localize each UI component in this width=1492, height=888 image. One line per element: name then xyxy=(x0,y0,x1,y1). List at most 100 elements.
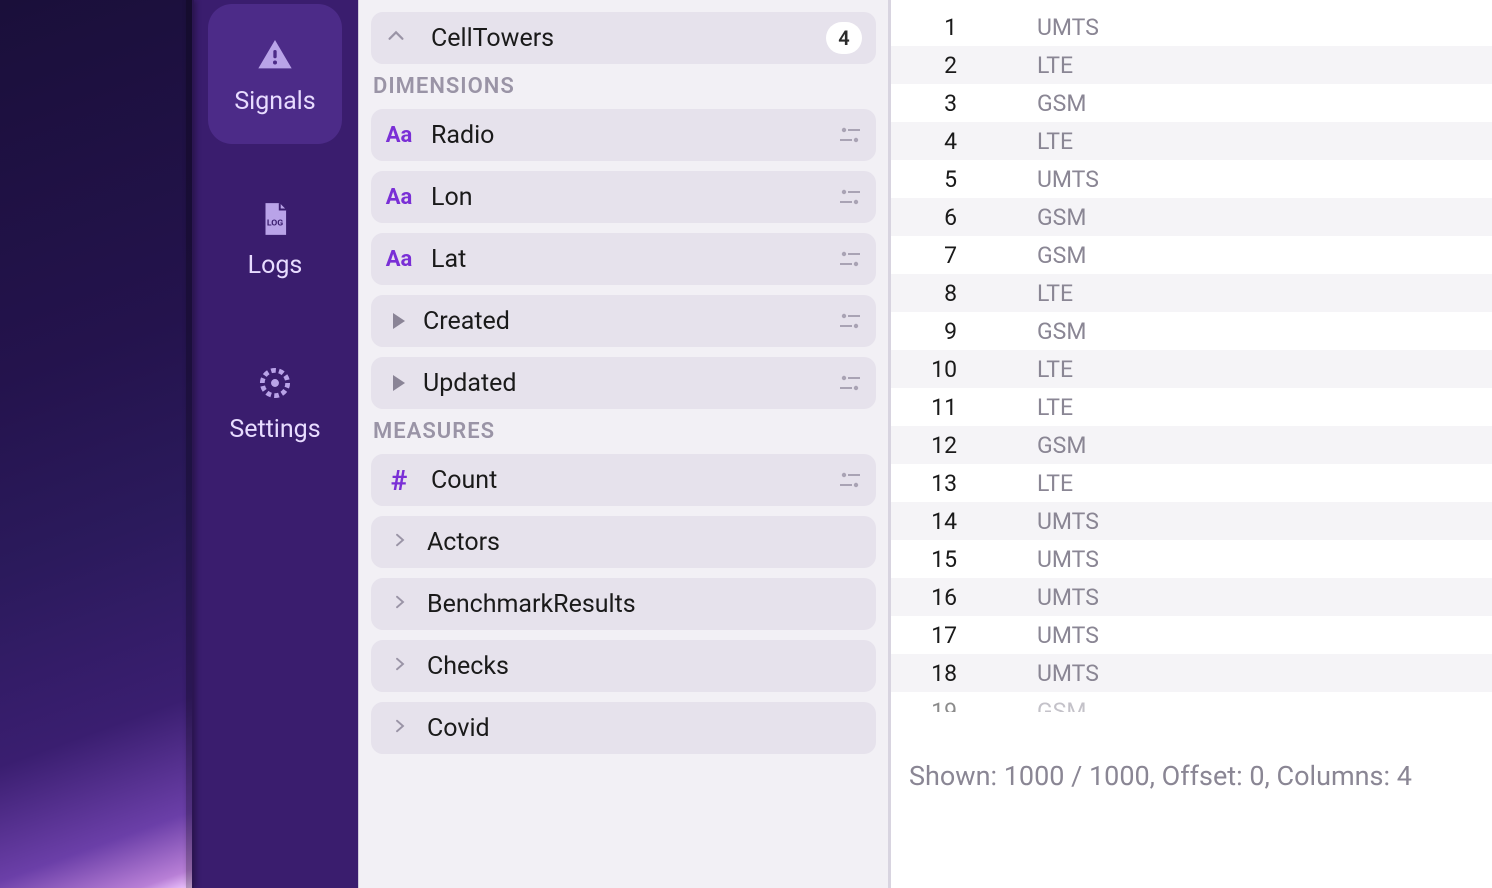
chevron-right-icon xyxy=(391,655,409,677)
sidebar-item-logs[interactable]: LOG Logs xyxy=(208,168,342,308)
row-index: 8 xyxy=(891,280,1001,307)
row-index: 4 xyxy=(891,128,1001,155)
dimension-radio[interactable]: Aa Radio xyxy=(371,109,876,161)
table-row[interactable]: 2LTE xyxy=(891,46,1492,84)
row-value: LTE xyxy=(1001,470,1073,497)
sidebar-item-settings[interactable]: Settings xyxy=(208,332,342,472)
sidebar-item-label: Logs xyxy=(248,251,303,280)
dimensions-header: DIMENSIONS xyxy=(373,74,876,99)
row-index: 1 xyxy=(891,14,1001,41)
source-label: Actors xyxy=(427,528,500,557)
filter-icon[interactable] xyxy=(838,249,862,269)
row-value: GSM xyxy=(1001,204,1086,231)
row-index: 19 xyxy=(891,698,1001,713)
row-index: 10 xyxy=(891,356,1001,383)
row-index: 2 xyxy=(891,52,1001,79)
row-value: UMTS xyxy=(1001,584,1099,611)
row-value: GSM xyxy=(1001,318,1086,345)
text-type-icon: Aa xyxy=(385,185,413,210)
source-label: CellTowers xyxy=(431,24,554,53)
row-index: 12 xyxy=(891,432,1001,459)
source-label: BenchmarkResults xyxy=(427,590,636,619)
row-index: 7 xyxy=(891,242,1001,269)
row-value: UMTS xyxy=(1001,14,1099,41)
row-index: 17 xyxy=(891,622,1001,649)
row-index: 5 xyxy=(891,166,1001,193)
table-row[interactable]: 12GSM xyxy=(891,426,1492,464)
table-status: Shown: 1000 / 1000, Offset: 0, Columns: … xyxy=(909,760,1412,792)
chevron-right-icon xyxy=(391,531,409,553)
log-file-icon: LOG xyxy=(253,197,297,241)
source-covid[interactable]: Covid xyxy=(371,702,876,754)
table-row[interactable]: 14UMTS xyxy=(891,502,1492,540)
row-value: LTE xyxy=(1001,128,1073,155)
number-type-icon: # xyxy=(385,464,413,497)
dimension-updated[interactable]: Updated xyxy=(371,357,876,409)
table-row[interactable]: 11LTE xyxy=(891,388,1492,426)
data-table: 1UMTS2LTE3GSM4LTE5UMTS6GSM7GSM8LTE9GSM10… xyxy=(891,0,1492,888)
filter-icon[interactable] xyxy=(838,311,862,331)
filter-icon[interactable] xyxy=(838,373,862,393)
row-value: LTE xyxy=(1001,394,1073,421)
table-row[interactable]: 9GSM xyxy=(891,312,1492,350)
table-row[interactable]: 6GSM xyxy=(891,198,1492,236)
table-row[interactable]: 4LTE xyxy=(891,122,1492,160)
table-row[interactable]: 8LTE xyxy=(891,274,1492,312)
schema-panel: CellTowers 4 DIMENSIONS Aa Radio Aa Lon … xyxy=(358,0,891,888)
table-row[interactable]: 16UMTS xyxy=(891,578,1492,616)
row-index: 9 xyxy=(891,318,1001,345)
source-checks[interactable]: Checks xyxy=(371,640,876,692)
table-row[interactable]: 13LTE xyxy=(891,464,1492,502)
row-index: 14 xyxy=(891,508,1001,535)
row-index: 11 xyxy=(891,394,1001,421)
source-actors[interactable]: Actors xyxy=(371,516,876,568)
expand-right-icon xyxy=(393,375,405,391)
table-row[interactable]: 7GSM xyxy=(891,236,1492,274)
measures-header: MEASURES xyxy=(373,419,876,444)
text-type-icon: Aa xyxy=(385,247,413,272)
sidebar-item-label: Signals xyxy=(234,87,315,116)
chevron-right-icon xyxy=(391,593,409,615)
row-value: GSM xyxy=(1001,698,1086,713)
filter-icon[interactable] xyxy=(838,125,862,145)
table-row[interactable]: 15UMTS xyxy=(891,540,1492,578)
source-badge: 4 xyxy=(826,22,862,54)
sidebar-item-signals[interactable]: Signals xyxy=(208,4,342,144)
table-row[interactable]: 19GSM xyxy=(891,692,1492,712)
dimension-label: Radio xyxy=(431,121,494,150)
table-row[interactable]: 18UMTS xyxy=(891,654,1492,692)
table-row[interactable]: 3GSM xyxy=(891,84,1492,122)
table-row[interactable]: 5UMTS xyxy=(891,160,1492,198)
row-value: GSM xyxy=(1001,90,1086,117)
sidebar-nav: Signals LOG Logs Settings xyxy=(192,0,358,888)
table-row[interactable]: 10LTE xyxy=(891,350,1492,388)
expand-right-icon xyxy=(393,313,405,329)
row-value: LTE xyxy=(1001,280,1073,307)
source-label: Covid xyxy=(427,714,490,743)
source-celltowers[interactable]: CellTowers 4 xyxy=(371,12,876,64)
source-benchmarkresults[interactable]: BenchmarkResults xyxy=(371,578,876,630)
row-index: 6 xyxy=(891,204,1001,231)
dimension-created[interactable]: Created xyxy=(371,295,876,347)
row-index: 13 xyxy=(891,470,1001,497)
table-row[interactable]: 1UMTS xyxy=(891,8,1492,46)
row-value: UMTS xyxy=(1001,660,1099,687)
dimension-lon[interactable]: Aa Lon xyxy=(371,171,876,223)
row-index: 16 xyxy=(891,584,1001,611)
text-type-icon: Aa xyxy=(385,123,413,148)
measure-count[interactable]: # Count xyxy=(371,454,876,506)
svg-text:LOG: LOG xyxy=(267,218,283,228)
row-value: UMTS xyxy=(1001,546,1099,573)
gear-icon xyxy=(253,361,297,405)
dimension-label: Lon xyxy=(431,183,473,212)
filter-icon[interactable] xyxy=(838,187,862,207)
measure-label: Count xyxy=(431,466,497,495)
filter-icon[interactable] xyxy=(838,470,862,490)
row-value: UMTS xyxy=(1001,508,1099,535)
dimension-lat[interactable]: Aa Lat xyxy=(371,233,876,285)
row-index: 3 xyxy=(891,90,1001,117)
table-row[interactable]: 17UMTS xyxy=(891,616,1492,654)
dimension-label: Created xyxy=(423,307,510,336)
row-value: LTE xyxy=(1001,52,1073,79)
row-value: UMTS xyxy=(1001,622,1099,649)
